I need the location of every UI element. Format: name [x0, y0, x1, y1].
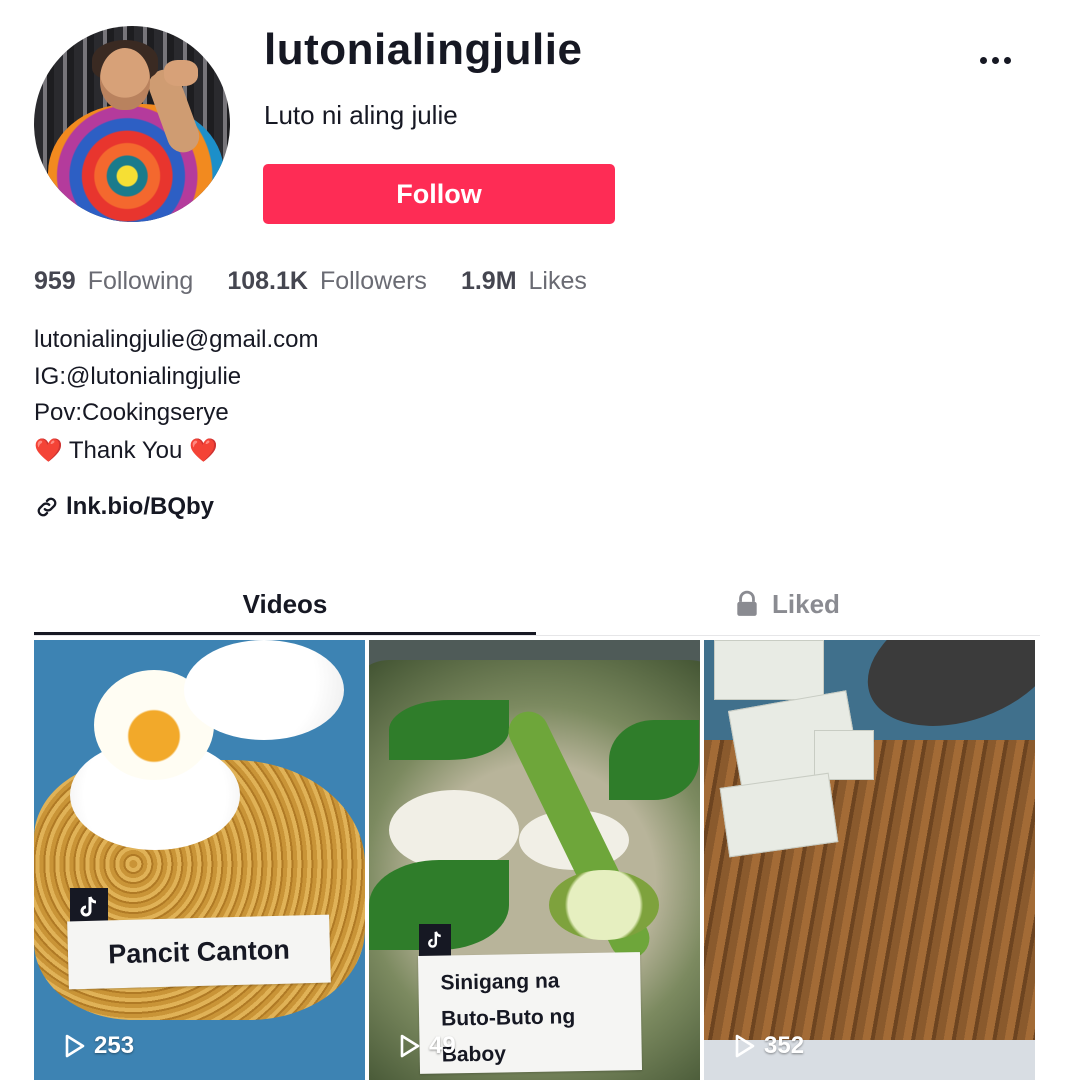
view-count: 253 [64, 1032, 134, 1060]
profile-bio: lutonialingjulie@gmail.com IG:@lutoniali… [34, 322, 319, 469]
bio-link[interactable]: lnk.bio/BQby [34, 493, 214, 521]
video-tile[interactable]: Pancit Canton 253 [34, 640, 365, 1080]
heart-icon: ❤️ [34, 436, 63, 463]
view-count-value: 352 [764, 1032, 805, 1059]
view-count: 49 [399, 1032, 456, 1060]
avatar-shirt [48, 104, 224, 222]
profile-nickname: Luto ni aling julie [264, 100, 458, 130]
thumbnail-radish [389, 790, 519, 870]
video-caption: Pancit Canton [67, 914, 331, 990]
profile-avatar[interactable] [34, 26, 230, 222]
link-icon [37, 497, 57, 517]
view-count: 352 [734, 1032, 804, 1060]
thumbnail-leaf [389, 700, 509, 760]
stat-followers-label: Followers [319, 266, 427, 295]
stat-likes-label: Likes [528, 266, 587, 295]
video-caption-line: Buto-Buto ng [440, 1005, 576, 1031]
avatar-hand [164, 60, 198, 86]
view-count-value: 253 [94, 1032, 135, 1059]
tab-liked[interactable]: Liked [536, 574, 1038, 634]
play-icon [65, 1034, 85, 1058]
video-caption-line: Sinigang na [440, 969, 560, 995]
video-grid: Pancit Canton 253 Sinigang na Buto-Buto … [34, 640, 1040, 1080]
bio-thanks-line: ❤️ Thank You ❤️ [34, 432, 319, 470]
tiktok-logo-icon [419, 924, 451, 956]
bio-email: lutonialingjulie@gmail.com [34, 326, 319, 353]
follow-button[interactable]: Follow [263, 164, 615, 224]
profile-username: lutonialingjulie [264, 25, 583, 74]
bio-pov: Pov:Cookingserye [34, 399, 229, 426]
heart-icon: ❤️ [188, 436, 218, 463]
thumbnail-tofu [714, 640, 824, 700]
view-count-value: 49 [429, 1032, 456, 1059]
stat-following[interactable]: 959 Following [34, 267, 193, 296]
tab-videos[interactable]: Videos [34, 574, 536, 634]
bio-thanks: Thank You [68, 436, 183, 464]
more-options-icon[interactable] [968, 44, 1012, 78]
thumbnail-egg [184, 640, 344, 740]
tab-videos-label: Videos [242, 588, 328, 619]
active-tab-indicator [34, 632, 536, 635]
stat-following-count: 959 [34, 266, 76, 295]
lock-icon [737, 590, 757, 616]
video-caption-line: Baboy [441, 1042, 507, 1067]
profile-stats: 959 Following 108.1K Followers 1.9M Like… [34, 262, 621, 300]
play-icon [735, 1034, 755, 1058]
stat-likes: 1.9M Likes [461, 267, 587, 296]
bio-instagram: IG:@lutonialingjulie [34, 362, 242, 390]
stat-likes-count: 1.9M [460, 266, 517, 295]
video-tile[interactable]: Sinigang na Buto-Buto ng Baboy 49 [369, 640, 700, 1080]
thumbnail-vegetable [549, 870, 659, 940]
profile-tabs: Videos Liked [34, 574, 1040, 636]
avatar-face [100, 48, 150, 110]
bio-link-text: lnk.bio/BQby [66, 493, 215, 520]
thumbnail-leaf [609, 720, 699, 800]
stat-followers[interactable]: 108.1K Followers [227, 267, 427, 296]
video-tile[interactable]: 352 [704, 640, 1035, 1080]
play-icon [400, 1034, 420, 1058]
tab-liked-label: Liked [772, 588, 840, 619]
stat-following-label: Following [87, 266, 194, 295]
stat-followers-count: 108.1K [227, 266, 308, 295]
